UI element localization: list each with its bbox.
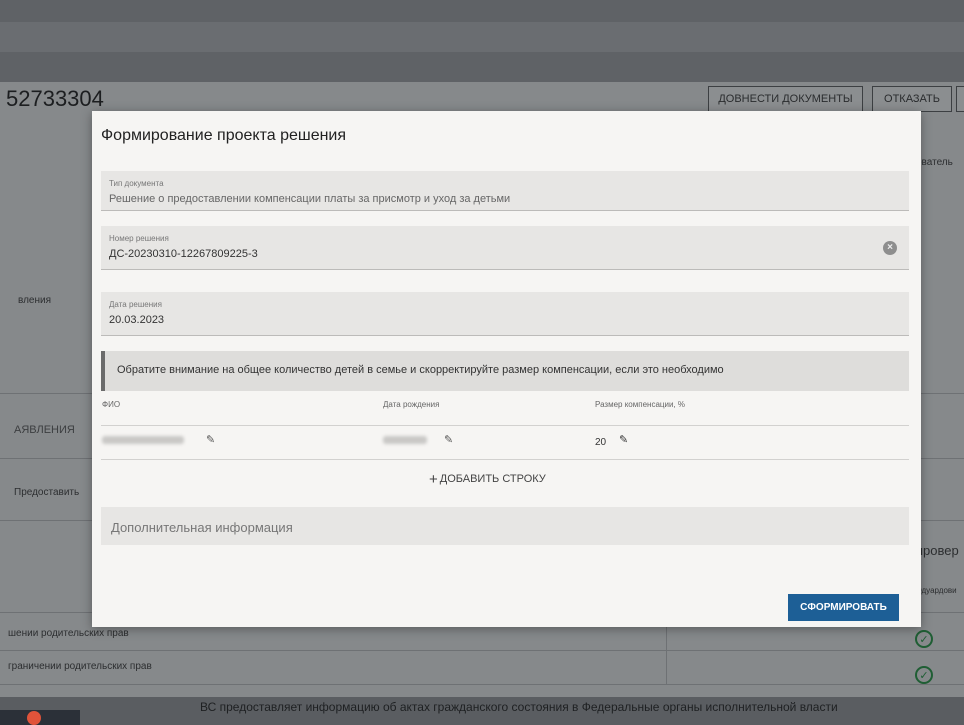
decision-date-value[interactable]: 20.03.2023 — [109, 314, 164, 326]
document-type-field: Тип документа Решение о предоставлении к… — [101, 171, 909, 211]
column-header-birthdate: Дата рождения — [383, 400, 440, 409]
child-name-value — [102, 436, 184, 444]
more-button[interactable] — [956, 86, 964, 112]
column-header-compensation: Размер компенсации, % — [595, 400, 685, 409]
plus-icon: + — [429, 471, 438, 488]
bg-divider — [0, 684, 964, 685]
bg-user-label: ователь — [916, 157, 953, 168]
table-row-divider — [101, 459, 909, 460]
table-header-divider — [101, 425, 909, 426]
footer-text: ВС предоставляет информацию об актах гра… — [200, 700, 838, 714]
app-header — [0, 0, 964, 82]
add-row-label: ДОБАВИТЬ СТРОКУ — [439, 473, 546, 485]
notice-text: Обратите внимание на общее количество де… — [117, 364, 724, 376]
application-number: 52733304 — [6, 86, 104, 111]
refuse-button[interactable]: ОТКАЗАТЬ — [872, 86, 952, 112]
browser-icon[interactable] — [27, 711, 41, 725]
decision-number-label: Номер решения — [109, 234, 169, 243]
bg-checks-label: провер — [916, 543, 959, 558]
clear-icon[interactable]: × — [883, 241, 897, 255]
decision-date-label: Дата решения — [109, 300, 162, 309]
bg-parental-rights-1: шении родительских прав — [8, 628, 129, 639]
modal-title: Формирование проекта решения — [101, 127, 347, 144]
add-documents-button[interactable]: ДОВНЕСТИ ДОКУМЕНТЫ — [708, 86, 863, 112]
edit-birthdate-icon[interactable]: ✎ — [444, 433, 453, 446]
decision-date-field[interactable]: Дата решения 20.03.2023 — [101, 292, 909, 336]
edit-name-icon[interactable]: ✎ — [206, 433, 215, 446]
bg-parental-rights-2: граничении родительских прав — [8, 661, 152, 672]
generate-button[interactable]: СФОРМИРОВАТЬ — [788, 594, 899, 621]
add-row-button[interactable]: + ДОБАВИТЬ СТРОКУ — [429, 471, 546, 488]
decision-number-value[interactable]: ДС-20230310-12267809225-3 — [109, 248, 258, 260]
notice-banner: Обратите внимание на общее количество де… — [101, 351, 909, 391]
document-type-value: Решение о предоставлении компенсации пла… — [109, 193, 511, 205]
edit-compensation-icon[interactable]: ✎ — [619, 433, 628, 446]
bg-statement-label: АЯВЛЕНИЯ — [14, 424, 75, 436]
check-circle-icon: ✓ — [915, 666, 933, 684]
bg-person-label: Эдуардови — [916, 586, 957, 595]
document-type-label: Тип документа — [109, 179, 164, 188]
decision-number-field[interactable]: Номер решения ДС-20230310-12267809225-3 … — [101, 226, 909, 270]
compensation-value: 20 — [595, 437, 607, 448]
column-header-name: ФИО — [102, 400, 121, 409]
bg-declaration-label: вления — [18, 295, 52, 306]
app-header-strip — [0, 22, 964, 52]
bg-provide-label[interactable]: Предоставить — [14, 487, 79, 498]
bg-divider — [0, 650, 964, 651]
additional-info-placeholder: Дополнительная информация — [111, 520, 293, 535]
decision-draft-modal: Формирование проекта решения Тип докумен… — [92, 111, 921, 627]
child-birthdate-value — [383, 436, 427, 444]
additional-info-field[interactable]: Дополнительная информация — [101, 507, 909, 545]
check-circle-icon: ✓ — [915, 630, 933, 648]
